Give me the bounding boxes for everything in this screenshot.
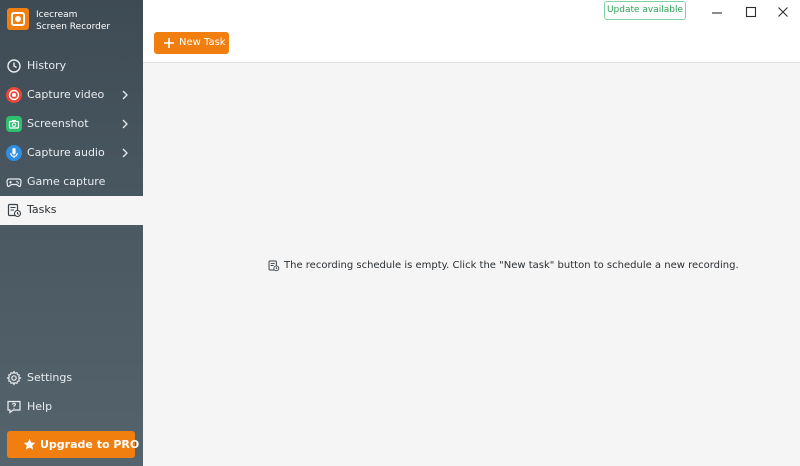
- brand-product: Screen Recorder: [36, 22, 111, 32]
- empty-state: The recording schedule is empty. Click t…: [267, 259, 739, 272]
- close-icon: [778, 7, 788, 17]
- sidebar-item-label: Screenshot: [27, 117, 89, 130]
- new-task-button[interactable]: New Task: [154, 32, 229, 54]
- sidebar-item-label: Help: [27, 400, 53, 413]
- sidebar-item-capture-audio[interactable]: Capture audio: [0, 139, 143, 168]
- sidebar-item-label: Game capture: [27, 175, 106, 188]
- app-brand: Icecream Screen Recorder: [0, 0, 143, 44]
- sidebar-item-settings[interactable]: Settings: [0, 364, 143, 393]
- empty-state-message: The recording schedule is empty. Click t…: [284, 260, 739, 271]
- brand-name: Icecream: [36, 10, 78, 20]
- sidebar-item-tasks[interactable]: Tasks: [0, 196, 143, 225]
- upgrade-label: Upgrade to PRO: [40, 438, 140, 451]
- sidebar-item-label: Capture audio: [27, 146, 105, 159]
- sidebar-item-screenshot[interactable]: Screenshot: [0, 110, 143, 139]
- record-icon: [6, 87, 22, 103]
- new-task-label: New Task: [179, 37, 226, 48]
- update-available-button[interactable]: Update available: [604, 1, 686, 20]
- sidebar-item-label: History: [27, 59, 67, 72]
- plus-icon: [164, 38, 174, 48]
- sidebar-item-label: Tasks: [27, 203, 57, 216]
- chevron-right-icon: [122, 119, 128, 129]
- sidebar-item-game-capture[interactable]: Game capture: [0, 168, 143, 197]
- upgrade-to-pro-button[interactable]: Upgrade to PRO: [7, 431, 139, 458]
- tasks-panel: The recording schedule is empty. Click t…: [143, 64, 800, 466]
- app-logo-icon: [7, 8, 29, 30]
- minimize-icon: [712, 12, 722, 14]
- help-icon: [7, 400, 21, 414]
- gamepad-icon: [6, 178, 22, 187]
- sidebar-item-label: Capture video: [27, 88, 105, 101]
- sidebar-item-history[interactable]: History: [0, 52, 143, 81]
- minimize-button[interactable]: [702, 0, 732, 24]
- chevron-right-icon: [122, 90, 128, 100]
- sidebar: Icecream Screen Recorder History Capture…: [0, 0, 143, 466]
- close-window-button[interactable]: [768, 0, 798, 24]
- toolbar: New Task Update available: [143, 0, 800, 63]
- chevron-right-icon: [122, 148, 128, 158]
- tasks-icon: [268, 260, 280, 272]
- sidebar-item-label: Settings: [27, 371, 73, 384]
- microphone-icon: [6, 145, 22, 161]
- sidebar-item-capture-video[interactable]: Capture video: [0, 81, 143, 110]
- maximize-icon: [745, 6, 757, 18]
- sidebar-item-help[interactable]: Help: [0, 393, 143, 422]
- tasks-icon: [7, 203, 22, 218]
- star-icon: [23, 438, 36, 450]
- clock-icon: [7, 59, 21, 73]
- gear-icon: [6, 370, 22, 386]
- camera-icon: [6, 116, 22, 132]
- maximize-button[interactable]: [736, 0, 766, 24]
